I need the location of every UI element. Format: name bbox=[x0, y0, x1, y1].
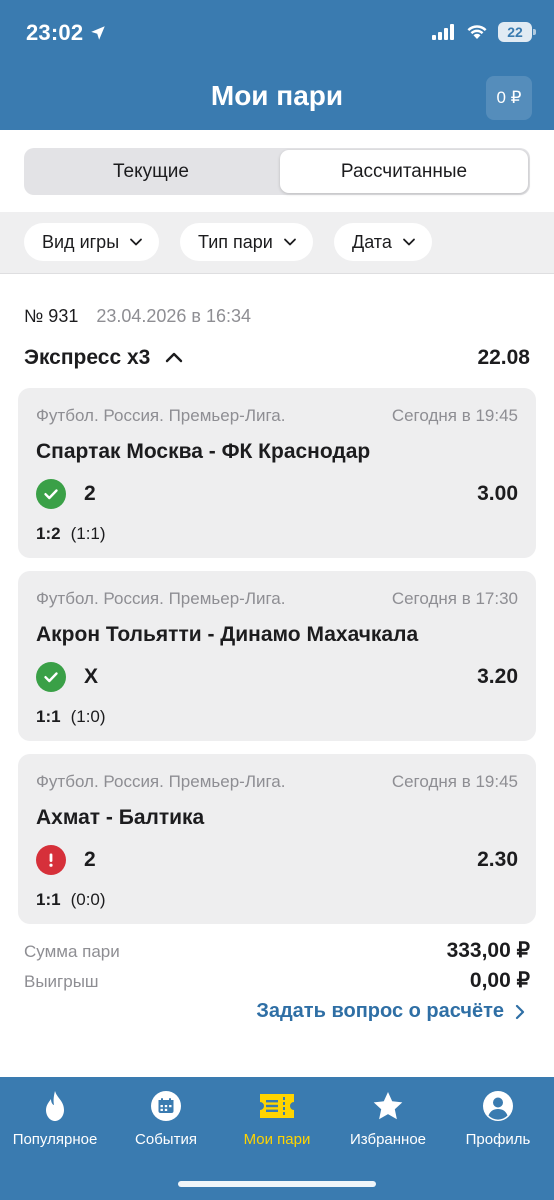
tab-popular[interactable]: Популярное bbox=[0, 1089, 110, 1148]
tab-label: Профиль bbox=[465, 1131, 531, 1148]
bet-meta: № 931 23.04.2026 в 16:34 bbox=[24, 306, 251, 327]
stake-value: 333,00 ₽ bbox=[446, 939, 530, 962]
battery-indicator: 22 bbox=[498, 22, 536, 42]
filter-label: Тип пари bbox=[198, 231, 273, 252]
battery-level: 22 bbox=[507, 24, 523, 40]
bet-type-label: Экспресс х3 bbox=[24, 346, 151, 369]
event-pick-label: 2 bbox=[84, 848, 96, 871]
flame-icon bbox=[0, 1089, 110, 1123]
bet-date: 23.04.2026 в 16:34 bbox=[96, 306, 252, 326]
status-indicators: 22 bbox=[432, 22, 536, 42]
event-time: Сегодня в 19:45 bbox=[391, 772, 518, 791]
bet-event-card: Футбол. Россия. Премьер-Лига. Сегодня в … bbox=[18, 388, 536, 558]
status-time-label: 23:02 bbox=[26, 20, 84, 45]
chevron-down-icon bbox=[130, 238, 143, 246]
event-league: Футбол. Россия. Премьер-Лига. bbox=[36, 589, 286, 608]
bet-type: Экспресс х3 bbox=[24, 346, 184, 370]
event-teams: Ахмат - Балтика bbox=[36, 806, 205, 829]
event-league: Футбол. Россия. Премьер-Лига. bbox=[36, 406, 286, 425]
ask-link-label: Задать вопрос о расчёте bbox=[256, 1000, 504, 1022]
lose-exclamation-icon bbox=[36, 845, 66, 875]
wifi-icon bbox=[467, 25, 487, 39]
tab-favorites[interactable]: Избранное bbox=[333, 1089, 443, 1148]
ask-settlement-question-link[interactable]: Задать вопрос о расчёте bbox=[256, 1000, 526, 1023]
filter-bar: Вид игры Тип пари Дата bbox=[0, 212, 554, 274]
win-check-icon bbox=[36, 662, 66, 692]
tab-label: Популярное bbox=[12, 1131, 98, 1148]
event-time: Сегодня в 17:30 bbox=[391, 589, 518, 608]
chevron-down-icon bbox=[283, 238, 296, 246]
filter-bet-type[interactable]: Тип пари bbox=[180, 223, 313, 261]
event-pick-label: X bbox=[84, 665, 99, 688]
event-final-score: 1:1 bbox=[36, 707, 61, 726]
event-teams: Спартак Москва - ФК Краснодар bbox=[36, 440, 371, 463]
home-indicator bbox=[178, 1181, 376, 1187]
balance-button[interactable]: 0 ₽ bbox=[486, 76, 532, 120]
star-icon bbox=[333, 1089, 443, 1123]
page-title: Мои пари bbox=[210, 80, 344, 111]
event-odds: 3.00 bbox=[477, 482, 518, 505]
event-league: Футбол. Россия. Премьер-Лига. bbox=[36, 772, 286, 791]
tab-profile[interactable]: Профиль bbox=[443, 1089, 553, 1148]
bet-total-odds: 22.08 bbox=[477, 346, 530, 369]
bet-event-card: Футбол. Россия. Премьер-Лига. Сегодня в … bbox=[18, 571, 536, 741]
tab-my-bets[interactable]: Мои пари bbox=[222, 1089, 332, 1148]
chevron-up-icon[interactable] bbox=[164, 348, 184, 368]
signal-icon bbox=[432, 24, 454, 40]
stake-label: Сумма пари bbox=[24, 942, 120, 961]
ticket-icon bbox=[222, 1089, 332, 1123]
win-row: Выигрыш 0,00 ₽ bbox=[24, 968, 530, 993]
event-pick-row: 2 3.00 bbox=[36, 478, 518, 510]
win-label: Выигрыш bbox=[24, 972, 99, 991]
filter-label: Вид игры bbox=[42, 231, 120, 252]
event-score: 1:1 (0:0) bbox=[36, 890, 106, 910]
event-odds: 3.20 bbox=[477, 665, 518, 688]
chevron-right-icon bbox=[515, 1004, 525, 1019]
event-pick: 2 bbox=[36, 479, 96, 509]
status-time: 23:02 bbox=[26, 20, 107, 46]
event-half-score: (1:1) bbox=[70, 524, 106, 543]
event-half-score: (0:0) bbox=[70, 890, 106, 909]
event-teams: Акрон Тольятти - Динамо Махачкала bbox=[36, 623, 419, 646]
stake-row: Сумма пари 333,00 ₽ bbox=[24, 938, 530, 963]
event-odds: 2.30 bbox=[477, 848, 518, 871]
filter-label: Дата bbox=[352, 231, 392, 252]
calendar-icon bbox=[111, 1089, 221, 1123]
win-check-icon bbox=[36, 479, 66, 509]
event-pick-row: 2 2.30 bbox=[36, 844, 518, 876]
event-score: 1:1 (1:0) bbox=[36, 707, 106, 727]
bet-type-row[interactable]: Экспресс х3 22.08 bbox=[24, 343, 530, 373]
tab-current-bets[interactable]: Текущие bbox=[26, 150, 276, 193]
tab-label: События bbox=[135, 1131, 197, 1148]
event-pick: 2 bbox=[36, 845, 96, 875]
bets-segmented-control: Текущие Рассчитанные bbox=[24, 148, 530, 195]
filter-date[interactable]: Дата bbox=[334, 223, 432, 261]
event-final-score: 1:1 bbox=[36, 890, 61, 909]
chevron-down-icon bbox=[402, 238, 415, 246]
event-score: 1:2 (1:1) bbox=[36, 524, 106, 544]
tab-label: Мои пари bbox=[243, 1131, 311, 1148]
event-pick: X bbox=[36, 662, 98, 692]
filter-game-type[interactable]: Вид игры bbox=[24, 223, 160, 261]
bet-event-card: Футбол. Россия. Премьер-Лига. Сегодня в … bbox=[18, 754, 536, 924]
event-half-score: (1:0) bbox=[70, 707, 106, 726]
app-header: 23:02 22 Мои пари 0 ₽ bbox=[0, 0, 554, 130]
bet-number: № 931 bbox=[24, 306, 79, 326]
profile-icon bbox=[443, 1089, 553, 1123]
event-pick-row: X 3.20 bbox=[36, 661, 518, 693]
win-value: 0,00 ₽ bbox=[469, 969, 530, 992]
event-pick-label: 2 bbox=[84, 482, 96, 505]
tab-settled-bets[interactable]: Рассчитанные bbox=[280, 150, 528, 193]
event-final-score: 1:2 bbox=[36, 524, 61, 543]
tab-label: Избранное bbox=[349, 1131, 427, 1148]
location-arrow-icon bbox=[91, 26, 106, 40]
tab-events[interactable]: События bbox=[111, 1089, 221, 1148]
status-bar: 23:02 22 bbox=[0, 0, 554, 68]
event-time: Сегодня в 19:45 bbox=[391, 406, 518, 425]
